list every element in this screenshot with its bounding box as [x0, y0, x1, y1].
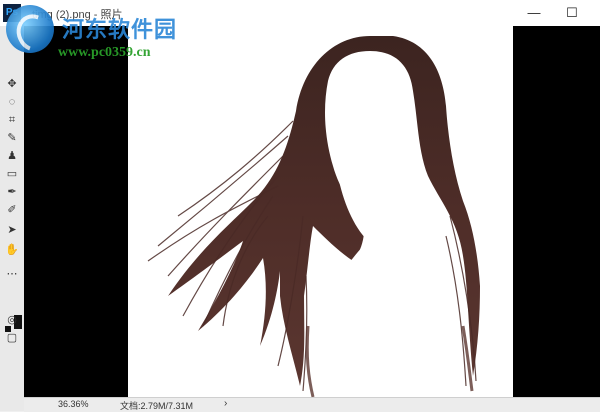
move-icon[interactable]: ✥: [4, 76, 20, 92]
minimize-button[interactable]: —: [514, 0, 554, 26]
document-info: 文档:2.79M/7.31M: [120, 401, 194, 411]
watermark-url: www.pc0359.cn: [58, 45, 151, 60]
screenmode-icon[interactable]: ▢: [4, 330, 20, 346]
crop-icon[interactable]: ⌗: [4, 112, 20, 128]
maximize-button[interactable]: ☐: [552, 0, 592, 26]
status-bar: 36.36% 文档:2.79M/7.31M ›: [24, 397, 600, 412]
watermark-site-name: 河东软件园: [62, 18, 178, 43]
tools-panel: ✥ ◌ ⌗ ✎ ♟ ▭ ✒ ✐ ➤ ✋ ⋯ ◎ ▢: [0, 26, 25, 411]
more-icon[interactable]: ⋯: [4, 266, 20, 282]
zoom-level[interactable]: 36.36%: [58, 399, 89, 409]
brush-icon[interactable]: ✒: [4, 184, 20, 200]
quickmask-icon[interactable]: ◎: [4, 312, 20, 328]
lasso-icon[interactable]: ◌: [4, 94, 20, 110]
stamp-icon[interactable]: ♟: [4, 148, 20, 164]
eyedropper-icon[interactable]: ✎: [4, 130, 20, 146]
hand-icon[interactable]: ✋: [4, 242, 20, 258]
pen-icon[interactable]: ✐: [4, 202, 20, 218]
image-hair-cutout: [128, 26, 513, 397]
select-arrow-icon[interactable]: ➤: [4, 222, 20, 238]
hair-illustration: [147, 36, 480, 397]
status-menu-arrow-icon[interactable]: ›: [224, 398, 227, 409]
eraser-icon[interactable]: ▭: [4, 166, 20, 182]
document-canvas[interactable]: [24, 26, 600, 397]
watermark-logo-icon: [6, 5, 58, 58]
